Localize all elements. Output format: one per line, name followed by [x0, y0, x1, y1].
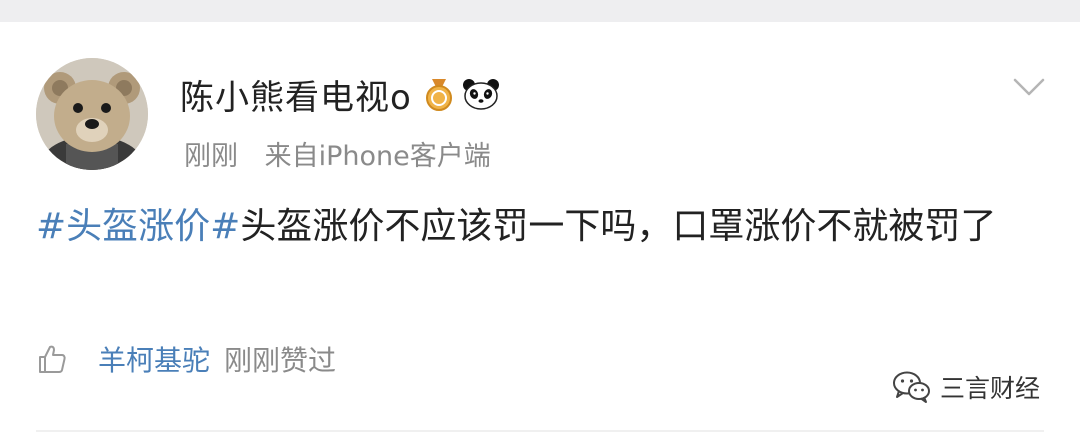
panda-icon[interactable]	[462, 77, 500, 111]
author-name[interactable]: 陈小熊看电视o	[180, 70, 500, 118]
post-meta: 刚刚 来自iPhone客户端	[184, 134, 491, 173]
post-body-text: 头盔涨价不应该罚一下吗，口罩涨价不就被罚了	[240, 206, 997, 247]
avatar[interactable]	[36, 58, 148, 170]
thumbs-up-icon[interactable]	[36, 343, 68, 375]
watermark-text: 三言财经	[940, 374, 1041, 403]
post-source[interactable]: 来自iPhone客户端	[265, 141, 491, 172]
post-time: 刚刚	[184, 141, 238, 172]
hashtag-link[interactable]: #头盔涨价#	[36, 206, 240, 247]
liker-name[interactable]: 羊柯基驼	[98, 339, 210, 379]
wechat-icon	[892, 370, 932, 404]
chevron-down-icon[interactable]	[1012, 74, 1046, 100]
medal-badge-icon[interactable]	[422, 77, 456, 111]
like-footer: 羊柯基驼 刚刚赞过	[36, 338, 336, 380]
bear-avatar-image	[36, 58, 148, 170]
liked-status: 刚刚赞过	[224, 344, 337, 377]
weibo-post-card: 陈小熊看电视o 刚刚 来自iPhone客户端 #头盔涨价#头盔涨价不应该罚一下吗…	[0, 22, 1080, 432]
post-content: #头盔涨价#头盔涨价不应该罚一下吗，口罩涨价不就被罚了	[36, 200, 1046, 254]
top-strip	[0, 0, 1080, 22]
author-name-text: 陈小熊看电视o	[180, 77, 412, 118]
watermark: 三言财经	[892, 366, 1040, 408]
